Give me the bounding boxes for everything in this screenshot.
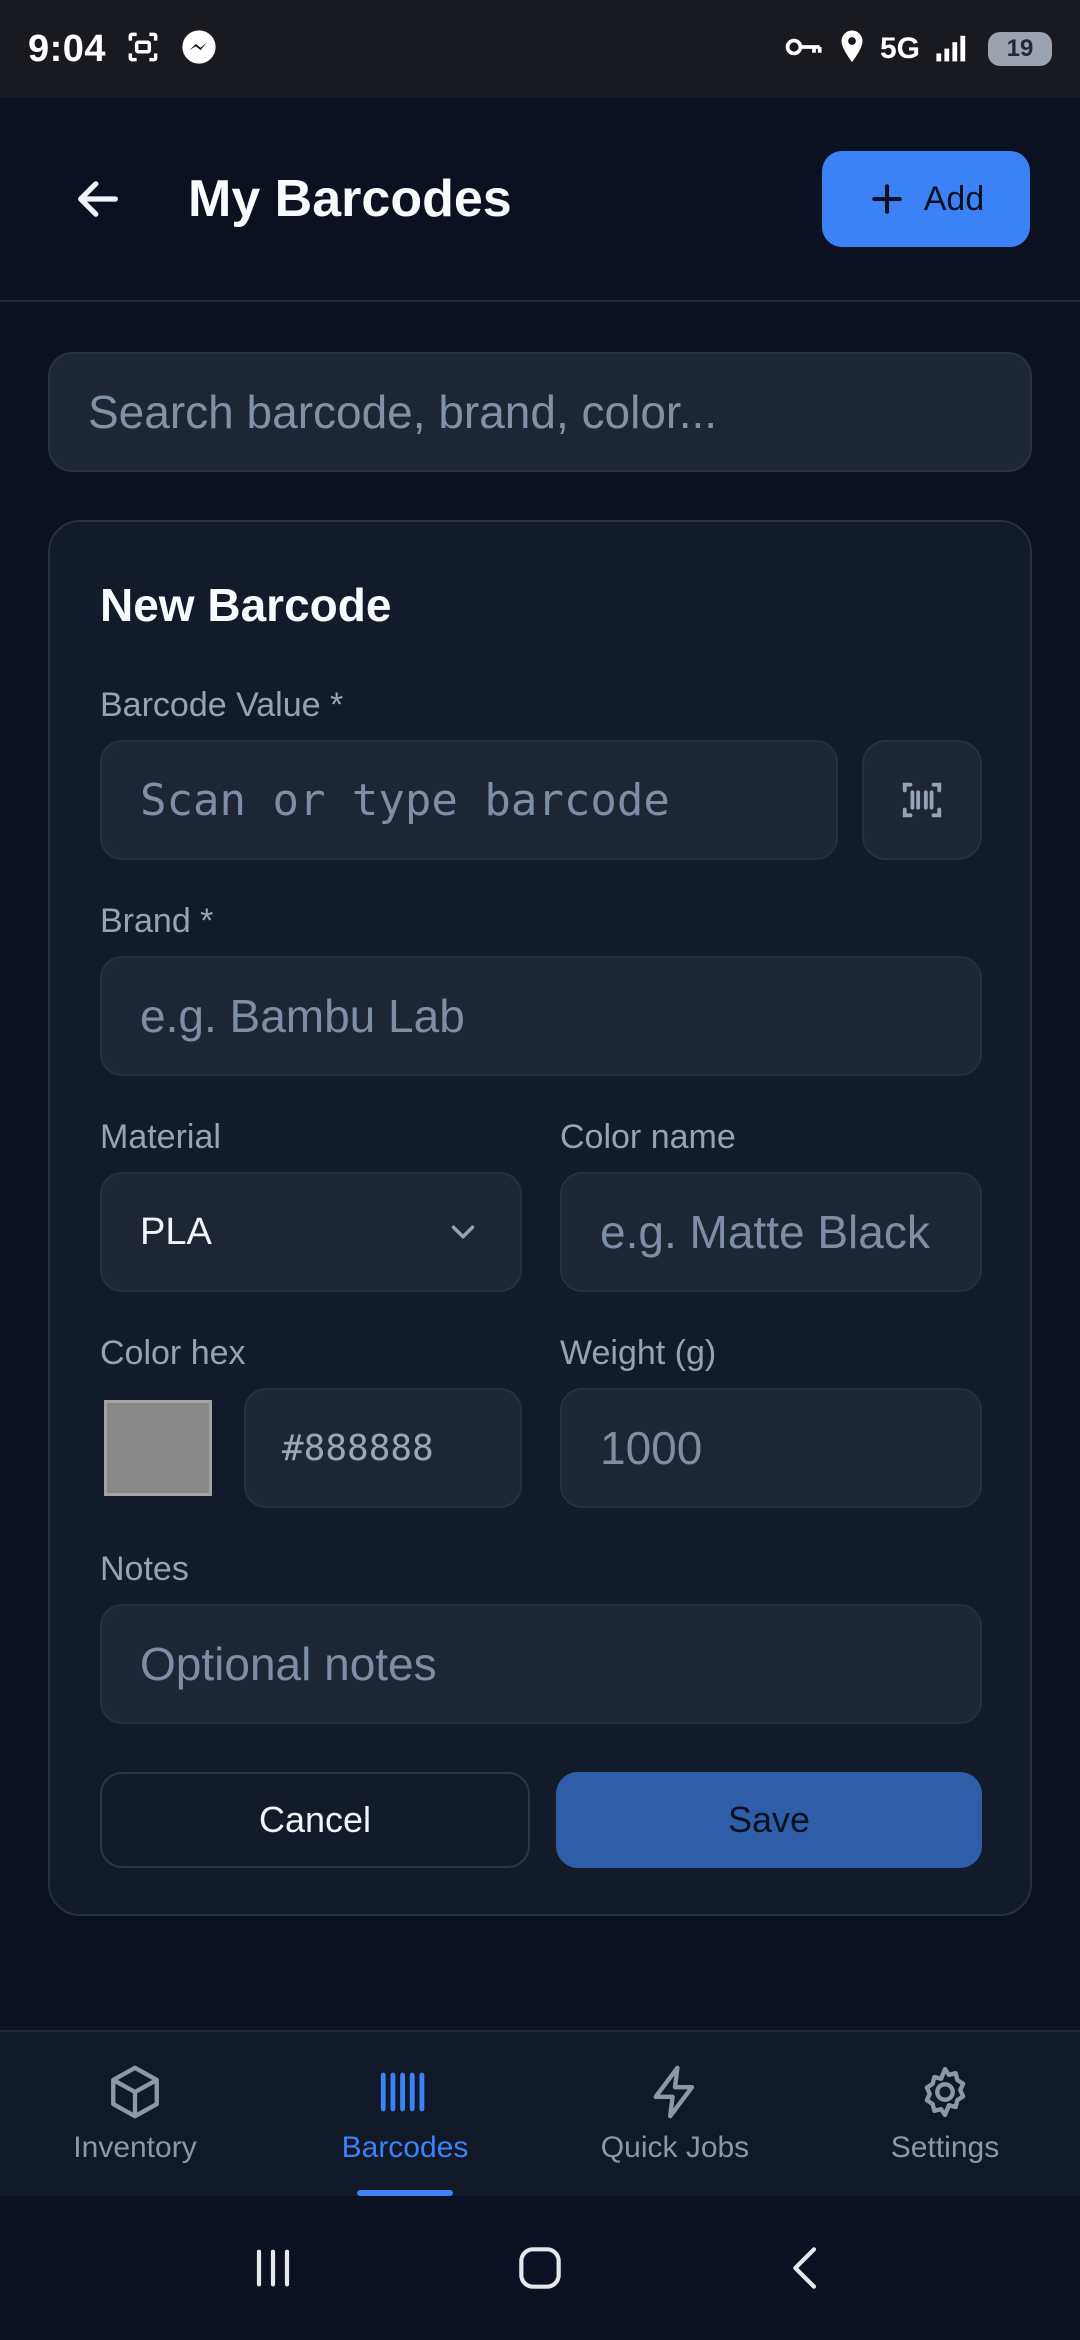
back-button[interactable]: [58, 159, 138, 239]
system-back-button[interactable]: [757, 2218, 857, 2318]
save-button[interactable]: Save: [556, 1772, 982, 1868]
add-button-label: Add: [923, 179, 985, 218]
package-icon: [111, 2065, 159, 2119]
scan-barcode-button[interactable]: [862, 740, 982, 860]
messenger-icon: [180, 28, 218, 71]
barcode-scan-icon: [902, 782, 942, 818]
color-name-label: Color name: [560, 1118, 736, 1156]
nav-inventory[interactable]: Inventory: [0, 2032, 270, 2196]
system-nav-bar: [0, 2196, 1080, 2340]
brand-input[interactable]: [100, 956, 982, 1076]
form-title: New Barcode: [100, 579, 392, 631]
chevron-left-icon: [792, 2247, 816, 2289]
barcode-value-input[interactable]: [100, 740, 838, 860]
home-icon: [519, 2247, 561, 2289]
network-label: 5G: [879, 32, 920, 65]
nav-settings[interactable]: Settings: [810, 2032, 1080, 2196]
home-button[interactable]: [490, 2218, 590, 2318]
add-button[interactable]: Add: [822, 151, 1030, 247]
page-title: My Barcodes: [188, 170, 512, 228]
material-value: PLA: [140, 1210, 212, 1253]
screen: 9:04 5G 19 My Barcodes Add Search barcod…: [0, 0, 1080, 2340]
search-input[interactable]: [48, 352, 1032, 472]
app-header: My Barcodes Add: [0, 98, 1080, 302]
material-select[interactable]: PLA: [100, 1172, 522, 1292]
battery-indicator: 19: [988, 32, 1052, 66]
bottom-nav: Inventory Barcodes Quick Jobs Settings: [0, 2030, 1080, 2196]
nav-inventory-label: Inventory: [73, 2131, 197, 2164]
barcode-icon: [380, 2072, 425, 2112]
plus-icon: [872, 184, 902, 214]
arrow-left-icon: [78, 181, 118, 217]
status-bar: 9:04 5G 19: [0, 0, 1080, 98]
location-icon: [838, 29, 866, 70]
barcode-value-label: Barcode Value *: [100, 686, 344, 724]
nav-barcodes[interactable]: Barcodes: [270, 2032, 540, 2196]
chevron-down-icon: [451, 1225, 475, 1239]
weight-input[interactable]: [560, 1388, 982, 1508]
color-name-input[interactable]: [560, 1172, 982, 1292]
color-hex-label: Color hex: [100, 1334, 246, 1372]
nav-quick-jobs-label: Quick Jobs: [600, 2131, 750, 2164]
lightning-icon: [653, 2065, 695, 2119]
status-time: 9:04: [28, 27, 107, 70]
weight-label: Weight (g): [560, 1334, 717, 1372]
color-hex-input[interactable]: [244, 1388, 522, 1508]
signal-icon: [934, 31, 974, 68]
recent-apps-icon: [257, 2249, 290, 2287]
vpn-key-icon: [784, 30, 824, 69]
new-barcode-form: New Barcode Barcode Value * Brand * Mate…: [48, 520, 1032, 1916]
recent-apps-button[interactable]: [223, 2218, 323, 2318]
nav-quick-jobs[interactable]: Quick Jobs: [540, 2032, 810, 2196]
notes-input[interactable]: [100, 1604, 982, 1724]
screenshot-icon: [124, 28, 162, 71]
color-swatch[interactable]: [104, 1400, 212, 1496]
nav-settings-label: Settings: [890, 2131, 1000, 2164]
material-label: Material: [100, 1118, 221, 1156]
brand-label: Brand *: [100, 902, 214, 940]
nav-barcodes-label: Barcodes: [341, 2131, 469, 2164]
notes-label: Notes: [100, 1550, 189, 1588]
gear-icon: [924, 2066, 966, 2118]
cancel-button[interactable]: Cancel: [100, 1772, 530, 1868]
